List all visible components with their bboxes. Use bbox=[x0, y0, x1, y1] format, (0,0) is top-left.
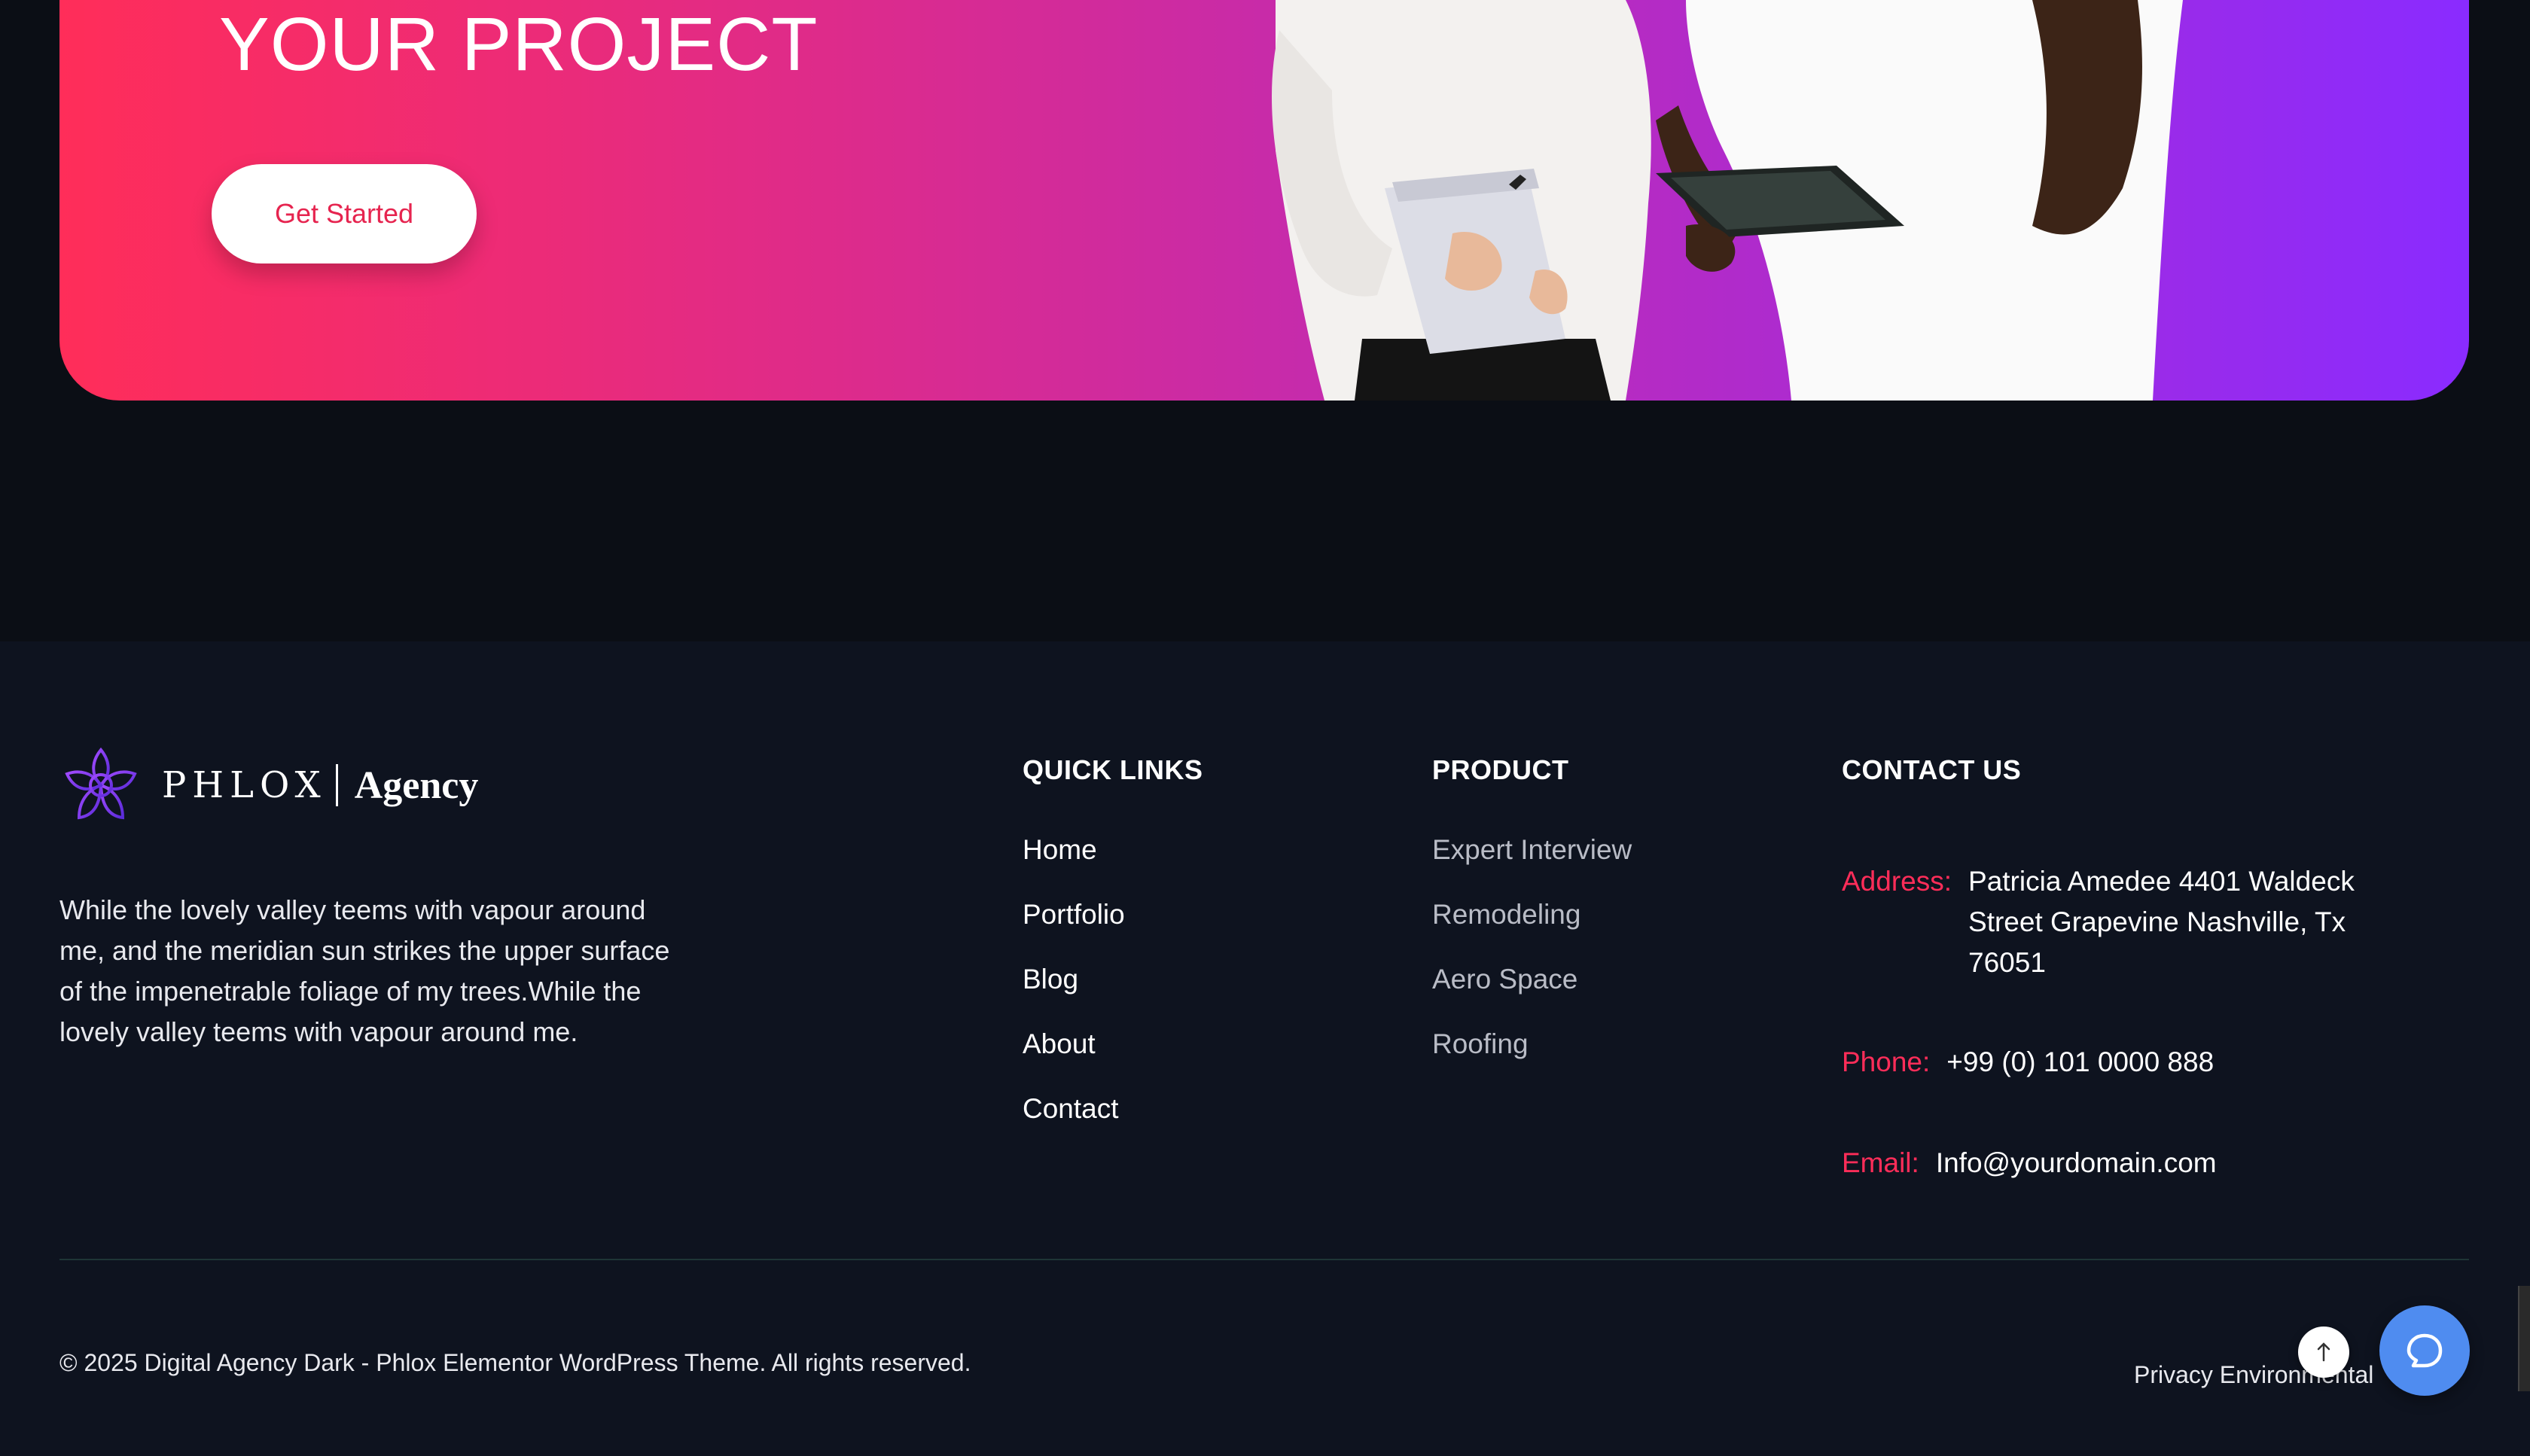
list-item: Expert Interview bbox=[1432, 831, 1632, 896]
lotus-logo-icon bbox=[65, 747, 137, 820]
quick-link-about[interactable]: About bbox=[1023, 1028, 1096, 1059]
quick-link-home[interactable]: Home bbox=[1023, 834, 1097, 865]
footer-divider bbox=[59, 1259, 2469, 1260]
phone-value[interactable]: +99 (0) 101 0000 888 bbox=[1946, 1042, 2214, 1083]
contact-heading: CONTACT US bbox=[1842, 754, 2022, 785]
list-item: Remodeling bbox=[1432, 896, 1632, 961]
copyright-text: © 2025 Digital Agency Dark - Phlox Eleme… bbox=[59, 1349, 971, 1376]
edge-panel-strip bbox=[2518, 1286, 2530, 1391]
quick-link-contact[interactable]: Contact bbox=[1023, 1093, 1119, 1124]
quick-links-heading: QUICK LINKS bbox=[1023, 754, 1203, 785]
footer-about-text: While the lovely valley teems with vapou… bbox=[59, 894, 670, 1047]
environmental-link[interactable]: Environmental bbox=[2220, 1361, 2374, 1388]
cta-title: YOUR PROJECT bbox=[219, 2, 818, 87]
scroll-to-top-button[interactable] bbox=[2298, 1327, 2349, 1378]
product-link-aero-space[interactable]: Aero Space bbox=[1432, 964, 1577, 995]
team-photo bbox=[1272, 0, 2183, 401]
contact-email: Email: Info@yourdomain.com bbox=[1842, 1143, 2217, 1183]
product-heading: PRODUCT bbox=[1432, 754, 1569, 785]
logo-wordmark: PHLOX bbox=[162, 764, 327, 806]
list-item: Blog bbox=[1023, 961, 1125, 1025]
quick-link-blog[interactable]: Blog bbox=[1023, 964, 1078, 995]
quick-link-portfolio[interactable]: Portfolio bbox=[1023, 899, 1125, 930]
quick-links-list: Home Portfolio Blog About Contact bbox=[1023, 831, 1125, 1155]
cta-banner: YOUR PROJECT Get Started bbox=[59, 0, 2469, 401]
arrow-up-icon bbox=[2317, 1342, 2330, 1362]
brand-logo[interactable]: PHLOX Agency bbox=[59, 744, 478, 827]
contact-phone: Phone: +99 (0) 101 0000 888 bbox=[1842, 1042, 2214, 1083]
site-footer: PHLOX Agency While the lovely valley tee… bbox=[0, 641, 2530, 1456]
list-item: Portfolio bbox=[1023, 896, 1125, 961]
list-item: Home bbox=[1023, 831, 1125, 896]
address-label: Address: bbox=[1842, 866, 1952, 897]
product-link-expert-interview[interactable]: Expert Interview bbox=[1432, 834, 1632, 865]
logo-separator bbox=[335, 764, 338, 806]
phone-label: Phone: bbox=[1842, 1046, 1931, 1077]
list-item: Roofing bbox=[1432, 1025, 1632, 1090]
email-label: Email: bbox=[1842, 1147, 1919, 1178]
chat-bubble-icon bbox=[2407, 1333, 2443, 1368]
contact-address: Address: Patricia Amedee 4401 Waldeck St… bbox=[1842, 861, 2414, 983]
privacy-link[interactable]: Privacy bbox=[2134, 1361, 2213, 1388]
logo-agency-text: Agency bbox=[354, 763, 479, 807]
list-item: About bbox=[1023, 1025, 1125, 1090]
product-link-roofing[interactable]: Roofing bbox=[1432, 1028, 1529, 1059]
chat-button[interactable] bbox=[2379, 1305, 2470, 1396]
email-value[interactable]: Info@yourdomain.com bbox=[1936, 1143, 2217, 1183]
product-links-list: Expert Interview Remodeling Aero Space R… bbox=[1432, 831, 1632, 1090]
get-started-button[interactable]: Get Started bbox=[212, 164, 477, 263]
product-link-remodeling[interactable]: Remodeling bbox=[1432, 899, 1580, 930]
list-item: Contact bbox=[1023, 1090, 1125, 1155]
list-item: Aero Space bbox=[1432, 961, 1632, 1025]
address-value: Patricia Amedee 4401 Waldeck Street Grap… bbox=[1968, 866, 2355, 978]
